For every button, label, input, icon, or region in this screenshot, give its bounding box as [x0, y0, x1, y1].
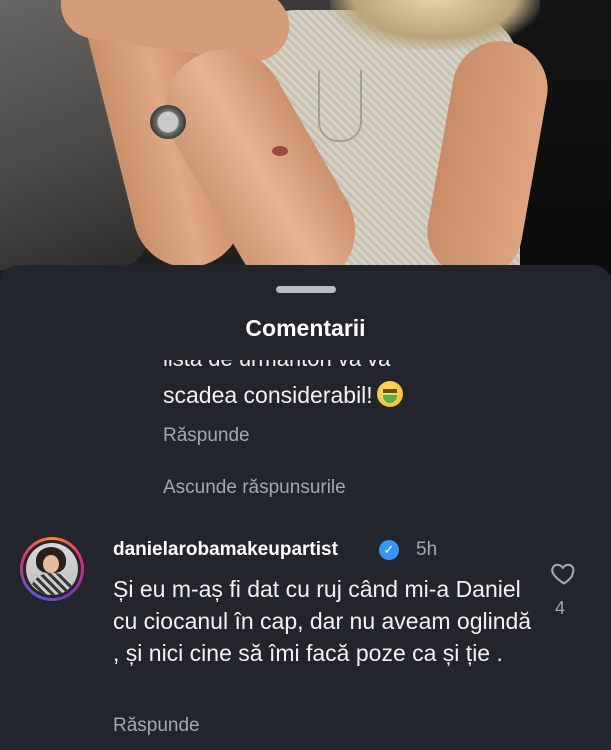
avatar-gap: [23, 540, 81, 598]
heart-icon[interactable]: [550, 559, 578, 587]
previous-reply-cut-line: lista de urmăritori va va: [163, 360, 423, 376]
verified-badge-icon: ✓: [379, 540, 399, 560]
post-photo: [0, 0, 611, 275]
sheet-title: Comentarii: [245, 315, 366, 341]
avatar-story-ring[interactable]: [20, 537, 84, 601]
comment-reply-button[interactable]: Răspunde: [113, 715, 200, 737]
previous-reply-cut-text: lista de urmăritori va va: [163, 360, 423, 372]
comment-username[interactable]: danielarobamakeupartist: [113, 539, 338, 561]
nauseated-face-icon: [376, 381, 403, 407]
comment-time: 5h: [416, 539, 438, 560]
photo-watch: [150, 105, 186, 139]
comment-text: Și eu m-aș fi dat cu ruj când mi-a Danie…: [113, 576, 532, 666]
photo-scratch: [272, 146, 288, 156]
avatar-body: [30, 573, 74, 595]
avatar-face: [43, 555, 59, 573]
like-count: 4: [555, 598, 566, 618]
previous-reply-text: scadea considerabil!: [163, 381, 403, 409]
comments-sheet: Comentarii lista de urmăritori va va sca…: [0, 265, 611, 750]
previous-reply-text-body: scadea considerabil!: [163, 382, 373, 408]
photo-lace: [318, 70, 362, 142]
avatar: [26, 543, 78, 595]
previous-reply-button[interactable]: Răspunde: [163, 425, 250, 447]
hide-replies-button[interactable]: Ascunde răspunsurile: [163, 477, 346, 499]
sheet-drag-handle[interactable]: [276, 286, 336, 293]
